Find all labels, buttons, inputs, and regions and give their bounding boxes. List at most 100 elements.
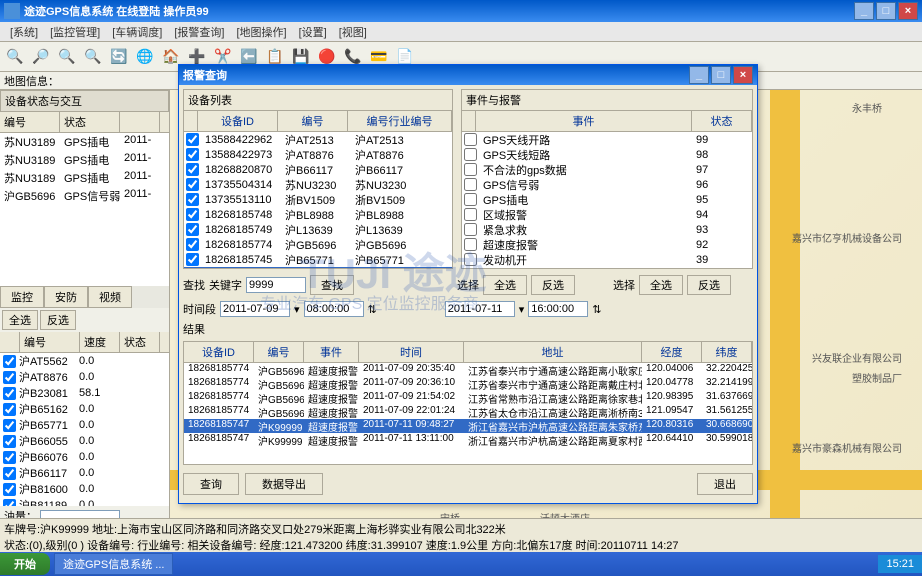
device-list-body[interactable]: 13588422962沪AT2513沪AT251313588422973沪AT8… [184,132,452,268]
dialog-minimize-button[interactable]: _ [689,66,709,84]
device-checkbox[interactable] [186,133,199,146]
event-checkbox[interactable] [464,223,477,236]
date-to-input[interactable] [445,301,515,317]
event-checkbox[interactable] [464,163,477,176]
table-row[interactable]: 紧急求救93 [462,222,752,237]
grid1-body[interactable]: 苏NU3189GPS插电2011-苏NU3189GPS插电2011-苏NU318… [0,133,169,286]
grid2-body[interactable]: 沪AT55620.0沪AT88760.0沪B2308158.1沪B651620.… [0,353,169,506]
device-checkbox[interactable] [186,208,199,221]
table-row[interactable]: GPS天线开路99 [462,132,752,147]
event-checkbox[interactable] [464,178,477,191]
table-row[interactable]: ACC开37 [462,267,752,268]
list-item[interactable]: 沪B661170.0 [0,465,169,481]
list-item[interactable]: 沪B657710.0 [0,417,169,433]
event-select-all-button[interactable]: 全选 [639,275,683,295]
table-row[interactable]: GPS插电95 [462,192,752,207]
table-row[interactable]: 超速度报警92 [462,237,752,252]
exit-button[interactable]: 退出 [697,473,753,495]
table-row[interactable]: 发动机开39 [462,252,752,267]
list-checkbox[interactable] [3,419,16,432]
device-checkbox[interactable] [186,193,199,206]
table-row[interactable]: 18268185774沪GB5696超速度报警2011-07-09 22:01:… [184,405,752,419]
list-item[interactable]: 沪AT55620.0 [0,353,169,369]
device-select-inverse-button[interactable]: 反选 [531,275,575,295]
list-checkbox[interactable] [3,467,16,480]
select-all-button[interactable]: 全选 [2,310,38,330]
list-item[interactable]: 沪B660760.0 [0,449,169,465]
menu-settings[interactable]: [设置] [293,24,333,40]
list-checkbox[interactable] [3,403,16,416]
table-row[interactable]: 18268185749沪L13639沪L13639 [184,222,452,237]
tab-security[interactable]: 安防 [44,286,88,308]
events-list-body[interactable]: GPS天线开路99GPS天线短路98不合法的gps数据97GPS信号弱96GPS… [462,132,752,268]
event-select-inverse-button[interactable]: 反选 [687,275,731,295]
device-checkbox[interactable] [186,148,199,161]
table-row[interactable]: 不合法的gps数据97 [462,162,752,177]
dialog-close-button[interactable]: × [733,66,753,84]
table-row[interactable]: 18268185747沪K99999超速度报警2011-07-11 13:11:… [184,433,752,447]
zoom-area-icon[interactable]: 🔍 [56,46,78,68]
event-checkbox[interactable] [464,253,477,266]
list-checkbox[interactable] [3,499,16,507]
menu-monitor[interactable]: [监控管理] [44,24,106,40]
time-from-input[interactable] [304,301,364,317]
tab-video[interactable]: 视频 [88,286,132,308]
list-checkbox[interactable] [3,435,16,448]
start-button[interactable]: 开始 [0,553,50,575]
device-checkbox[interactable] [186,238,199,251]
tab-monitor[interactable]: 监控 [0,286,44,308]
taskbar-app[interactable]: 途迹GPS信息系统 ... [54,553,173,575]
table-row[interactable]: 18268185748沪BL8988沪BL8988 [184,207,452,222]
zoom-in-icon[interactable]: 🔍 [4,46,26,68]
event-checkbox[interactable] [464,208,477,221]
tray-clock[interactable]: 15:21 [878,555,922,573]
menu-map[interactable]: [地图操作] [231,24,293,40]
export-button[interactable]: 数据导出 [245,473,323,495]
table-row[interactable]: 区域报警94 [462,207,752,222]
event-checkbox[interactable] [464,133,477,146]
device-select-all-button[interactable]: 全选 [483,275,527,295]
table-row[interactable]: 13588422962沪AT2513沪AT2513 [184,132,452,147]
table-row[interactable]: 13735504314苏NU3230苏NU3230 [184,177,452,192]
menu-view[interactable]: [视图] [333,24,373,40]
table-row[interactable]: 13735513110浙BV1509浙BV1509 [184,192,452,207]
maximize-button[interactable]: □ [876,2,896,20]
zoom-out-icon[interactable]: 🔎 [30,46,52,68]
list-item[interactable]: 沪B816000.0 [0,481,169,497]
results-body[interactable]: 18268185774沪GB5696超速度报警2011-07-09 20:35:… [184,363,752,464]
table-row[interactable]: 18268185774沪GB5696沪GB5696 [184,237,452,252]
list-item[interactable]: 沪B651620.0 [0,401,169,417]
event-checkbox[interactable] [464,238,477,251]
list-item[interactable]: 沪B660550.0 [0,433,169,449]
find-button[interactable]: 查找 [310,275,354,295]
list-checkbox[interactable] [3,371,16,384]
list-checkbox[interactable] [3,355,16,368]
time-to-input[interactable] [528,301,588,317]
menu-vehicle[interactable]: [车辆调度] [106,24,168,40]
event-checkbox[interactable] [464,148,477,161]
list-item[interactable]: 沪B2308158.1 [0,385,169,401]
keyword-input[interactable] [246,277,306,293]
list-checkbox[interactable] [3,451,16,464]
table-row[interactable]: 苏NU3189GPS插电2011- [0,133,169,151]
list-checkbox[interactable] [3,483,16,496]
device-checkbox[interactable] [186,163,199,176]
table-row[interactable]: 18268185774沪GB5696超速度报警2011-07-09 21:54:… [184,391,752,405]
list-item[interactable]: 沪AT88760.0 [0,369,169,385]
zoom-fit-icon[interactable]: 🔍 [82,46,104,68]
table-row[interactable]: 18268820870沪B66117沪B66117 [184,162,452,177]
query-button[interactable]: 查询 [183,473,239,495]
table-row[interactable]: 苏NU3189GPS插电2011- [0,151,169,169]
close-button[interactable]: × [898,2,918,20]
table-row[interactable]: 苏NU3189GPS插电2011- [0,169,169,187]
table-row[interactable]: 18268185774沪GB5696超速度报警2011-07-09 20:36:… [184,377,752,391]
device-checkbox[interactable] [186,178,199,191]
list-checkbox[interactable] [3,387,16,400]
globe-icon[interactable]: 🌐 [134,46,156,68]
minimize-button[interactable]: _ [854,2,874,20]
list-item[interactable]: 沪B811890.0 [0,497,169,506]
dialog-maximize-button[interactable]: □ [711,66,731,84]
menu-alarm[interactable]: [报警查询] [168,24,230,40]
table-row[interactable]: 沪GB5696GPS信号弱2011- [0,187,169,205]
table-row[interactable]: 18268185747沪K99999沪K99999 [184,267,452,268]
